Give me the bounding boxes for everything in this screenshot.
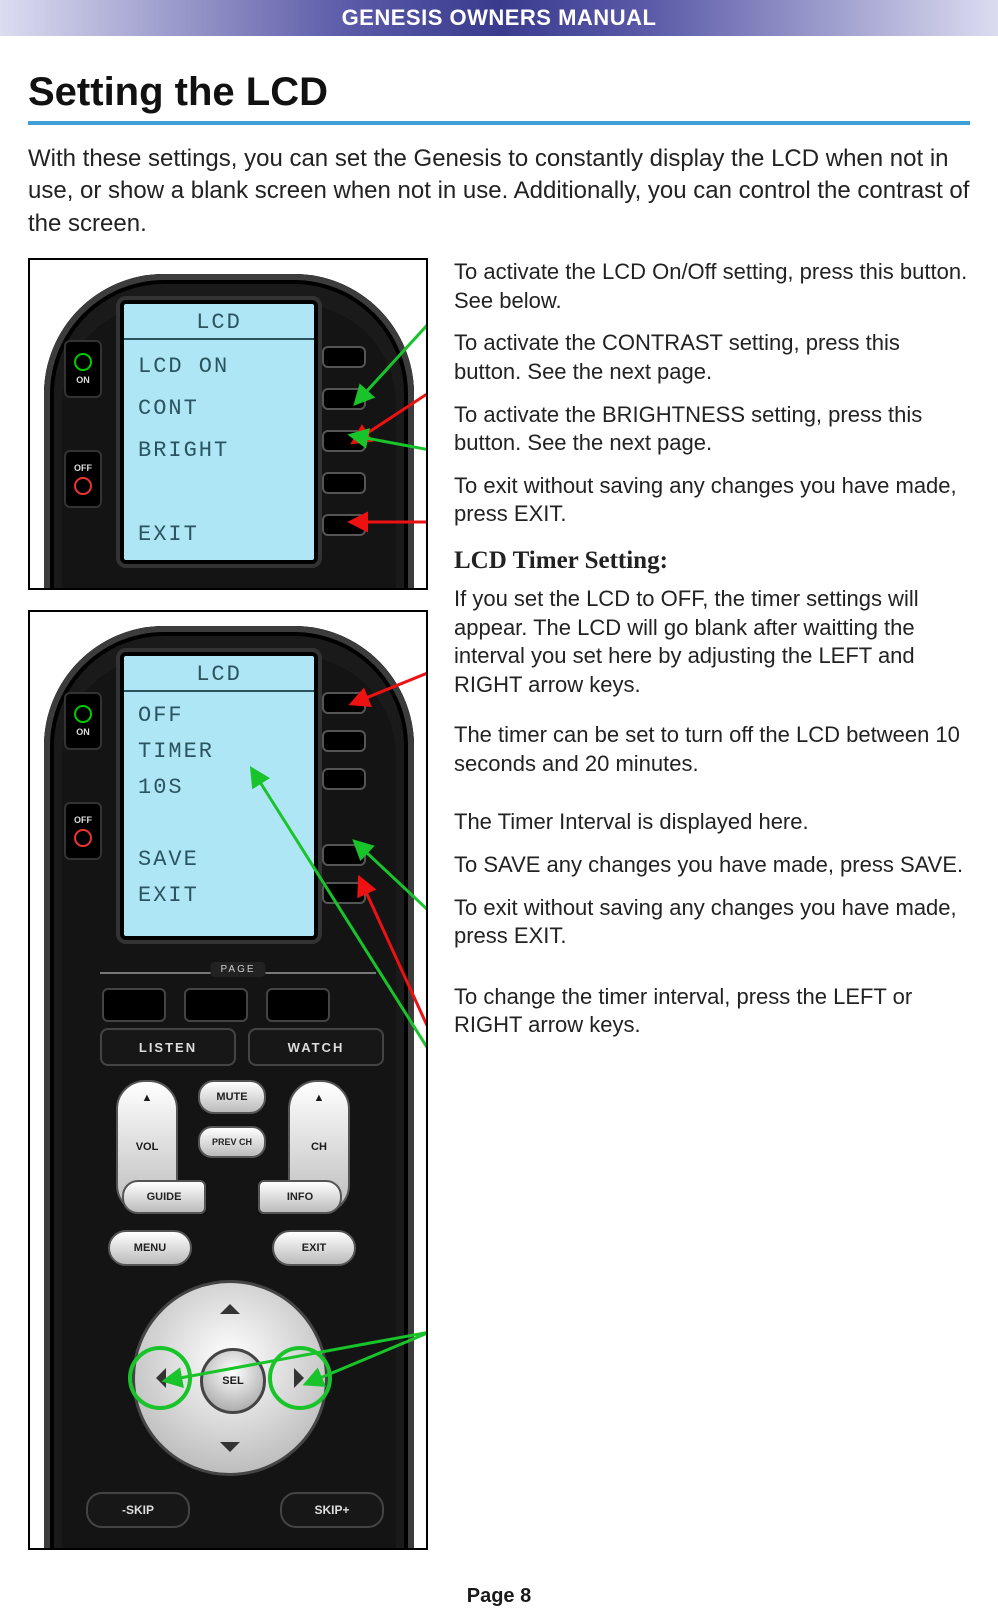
- section-title: Setting the LCD: [28, 70, 970, 115]
- lcd-row-off: OFF: [124, 698, 314, 734]
- callout-contrast: To activate the CONTRAST setting, press …: [454, 329, 970, 386]
- softkey-5[interactable]: [322, 514, 366, 536]
- power-off-button[interactable]: OFF: [64, 450, 102, 508]
- header-title: GENESIS OWNERS MANUAL: [342, 5, 657, 31]
- softkey-2[interactable]: [322, 388, 366, 410]
- callout-exit: To exit without saving any changes you h…: [454, 472, 970, 529]
- callout-brightness: To activate the BRIGHTNESS setting, pres…: [454, 401, 970, 458]
- lcd-row-blank: [124, 472, 314, 514]
- mid-button-cluster: ▲VOL▼ ▲CH▼ MUTE PREV CH GUIDE INFO MENU …: [80, 1080, 380, 1290]
- dpad-right-icon: [294, 1368, 314, 1388]
- lcd-row-lcdon: LCD ON: [124, 346, 314, 388]
- figure-lcd-timer: ON OFF LCD OFF TIMER 10S SAVE EXIT: [28, 610, 428, 1550]
- lcd-row-bright: BRIGHT: [124, 430, 314, 472]
- lcd-row-10s: 10S: [124, 770, 314, 806]
- callout-exit2: To exit without saving any changes you h…: [454, 894, 970, 951]
- callout-save: To SAVE any changes you have made, press…: [454, 851, 970, 880]
- lcd-screen: LCD LCD ON CONT BRIGHT EXIT: [120, 300, 318, 564]
- figure-lcd-menu: ON OFF LCD LCD ON CONT BRIGHT EXIT: [28, 258, 428, 590]
- page-divider: PAGE: [100, 962, 376, 984]
- prev-ch-button[interactable]: PREV CH: [198, 1126, 266, 1158]
- listen-button[interactable]: LISTEN: [100, 1028, 236, 1066]
- mute-button[interactable]: MUTE: [198, 1080, 266, 1114]
- page-right-button[interactable]: [266, 988, 330, 1022]
- dpad-left-icon: [146, 1368, 166, 1388]
- lcd-screen: LCD OFF TIMER 10S SAVE EXIT: [120, 652, 318, 940]
- lcd-row-exit: EXIT: [124, 514, 314, 556]
- lcd-row-exit: EXIT: [124, 878, 314, 914]
- softkey-3[interactable]: [322, 768, 366, 790]
- page-label: PAGE: [210, 962, 265, 977]
- callout-lcd-onoff: To activate the LCD On/Off setting, pres…: [454, 258, 970, 315]
- skip-plus-button[interactable]: SKIP+: [280, 1492, 384, 1528]
- softkey-4[interactable]: [322, 844, 366, 866]
- dpad-down-icon: [220, 1442, 240, 1462]
- lcd-row-save: SAVE: [124, 842, 314, 878]
- intro-text: With these settings, you can set the Gen…: [28, 143, 970, 240]
- callout-timer-display: The Timer Interval is displayed here.: [454, 808, 970, 837]
- info-button[interactable]: INFO: [258, 1180, 342, 1214]
- power-on-button[interactable]: ON: [64, 340, 102, 398]
- softkey-5[interactable]: [322, 882, 366, 904]
- lcd-row-timer: TIMER: [124, 734, 314, 770]
- header-banner: GENESIS OWNERS MANUAL: [0, 0, 998, 36]
- guide-button[interactable]: GUIDE: [122, 1180, 206, 1214]
- dpad: SEL: [132, 1280, 328, 1476]
- callout-change-interval: To change the timer interval, press the …: [454, 983, 970, 1040]
- softkey-2[interactable]: [322, 730, 366, 752]
- softkey-1[interactable]: [322, 346, 366, 368]
- softkey-4[interactable]: [322, 472, 366, 494]
- watch-button[interactable]: WATCH: [248, 1028, 384, 1066]
- power-on-button[interactable]: ON: [64, 692, 102, 750]
- lcd-title: LCD: [124, 304, 314, 340]
- page-number: Page 8: [0, 1585, 998, 1608]
- lcd-row-cont: CONT: [124, 388, 314, 430]
- page-mid-button[interactable]: [184, 988, 248, 1022]
- lcd-title: LCD: [124, 656, 314, 692]
- softkey-1[interactable]: [322, 692, 366, 714]
- exit-button[interactable]: EXIT: [272, 1230, 356, 1266]
- lcd-row-blank: [124, 806, 314, 842]
- softkey-3[interactable]: [322, 430, 366, 452]
- timer-heading: LCD Timer Setting:: [454, 547, 970, 575]
- page-left-button[interactable]: [102, 988, 166, 1022]
- skip-minus-button[interactable]: -SKIP: [86, 1492, 190, 1528]
- callout-timer-off: If you set the LCD to OFF, the timer set…: [454, 585, 970, 699]
- callout-column: To activate the LCD On/Off setting, pres…: [454, 258, 970, 1570]
- menu-button[interactable]: MENU: [108, 1230, 192, 1266]
- dpad-up-icon: [220, 1294, 240, 1314]
- select-button[interactable]: SEL: [200, 1348, 266, 1414]
- power-off-button[interactable]: OFF: [64, 802, 102, 860]
- callout-timer-range: The timer can be set to turn off the LCD…: [454, 721, 970, 778]
- title-rule: [28, 121, 970, 125]
